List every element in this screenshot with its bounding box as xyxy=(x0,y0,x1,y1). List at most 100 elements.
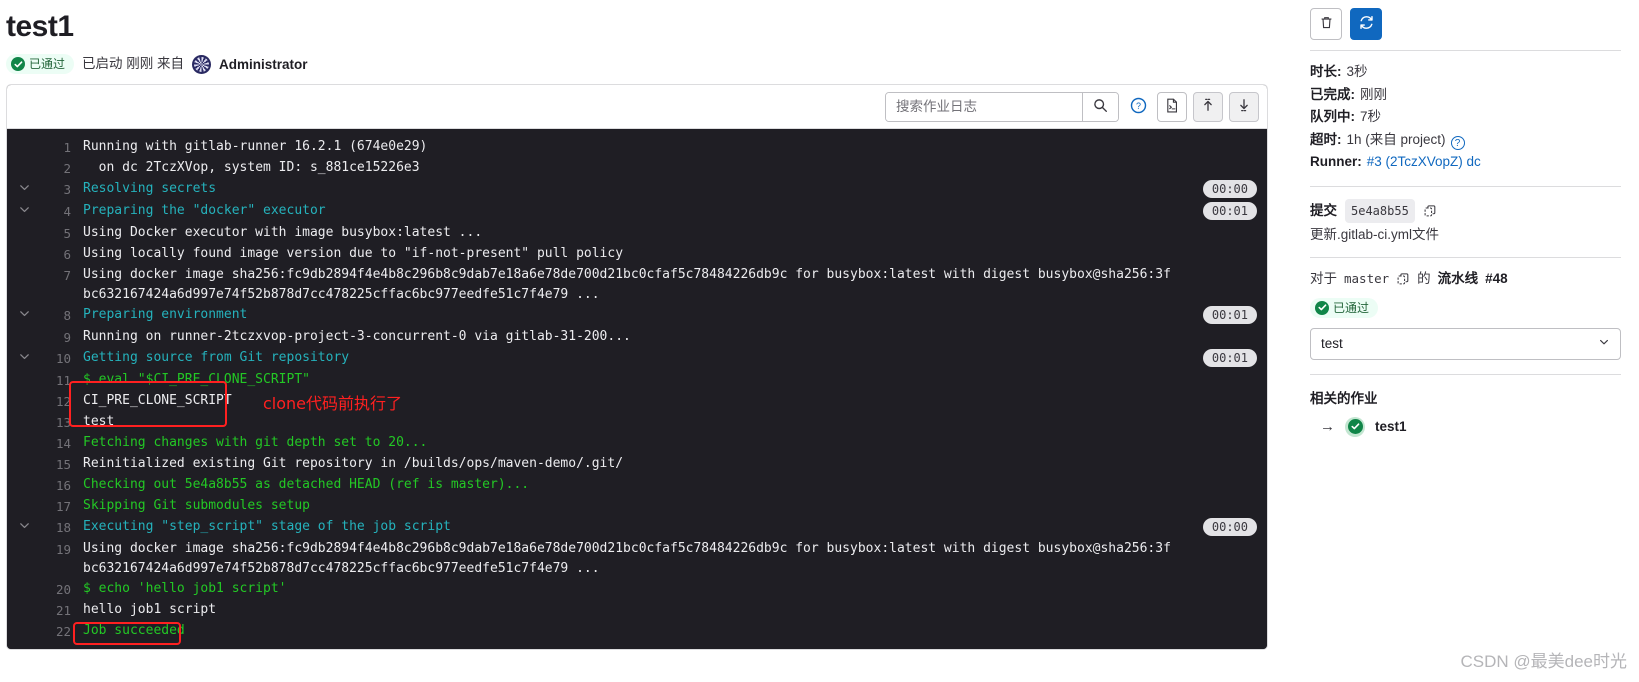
job-detail-row: Runner: #3 (2TczXVopZ) dc xyxy=(1310,151,1621,174)
log-section-duration: 00:01 xyxy=(1202,202,1257,220)
svg-text:?: ? xyxy=(1136,100,1141,110)
log-line-number: 17 xyxy=(55,499,71,514)
log-caret-spacer xyxy=(7,579,41,581)
log-line: 5 Using Docker executor with image busybo… xyxy=(7,223,1267,244)
related-job-item[interactable]: → test1 xyxy=(1310,416,1621,437)
log-section-duration: 00:01 xyxy=(1202,306,1257,324)
log-line-text: Preparing environment xyxy=(83,307,248,322)
chevron-down-icon[interactable] xyxy=(7,305,41,327)
search-group xyxy=(885,91,1119,122)
raw-log-file-icon xyxy=(1165,98,1180,116)
erase-job-button[interactable] xyxy=(1310,8,1342,40)
chevron-down-icon[interactable] xyxy=(7,201,41,223)
job-log-panel: ? xyxy=(6,84,1268,650)
log-line-text: Running with gitlab-runner 16.2.1 (674e0… xyxy=(83,139,428,154)
pipeline-row: 对于 master 的 流水线 #48 xyxy=(1310,268,1621,290)
scroll-to-bottom-icon xyxy=(1237,98,1251,115)
log-caret-spacer xyxy=(7,475,41,477)
log-line-number: 14 xyxy=(55,436,71,451)
related-jobs-title: 相关的作业 xyxy=(1310,390,1378,406)
chevron-down-icon[interactable] xyxy=(7,179,41,201)
log-output[interactable]: 1 Running with gitlab-runner 16.2.1 (674e… xyxy=(7,129,1267,649)
log-caret-spacer xyxy=(7,454,41,456)
copy-icon[interactable] xyxy=(1396,272,1410,286)
pipeline-number-link[interactable]: #48 xyxy=(1485,268,1508,290)
job-detail-key: 队列中: xyxy=(1310,109,1355,124)
log-line-number: 19 xyxy=(55,542,71,557)
identicon-avatar[interactable] xyxy=(192,54,212,74)
scroll-to-top-button[interactable] xyxy=(1193,91,1223,122)
arrow-right-icon: → xyxy=(1320,418,1335,435)
retry-job-button[interactable] xyxy=(1350,8,1382,40)
log-line-text: Job succeeded xyxy=(83,623,185,638)
job-details-list: 时长: 3秒 已完成: 刚刚 队列中: 7秒 超时: 1h (来自 project)? Runn… xyxy=(1310,61,1621,174)
commit-title[interactable]: 更新.gitlab-ci.yml文件 xyxy=(1310,224,1621,246)
log-line-number: 20 xyxy=(55,582,71,597)
trash-icon xyxy=(1319,15,1334,33)
stage-select-value: test xyxy=(1321,336,1343,351)
commit-sha[interactable]: 5e4a8b55 xyxy=(1345,198,1415,223)
log-line-number: 13 xyxy=(55,415,71,430)
job-log-page: test1 已通过 已启动 刚刚 来自 Administrator 搜索作业日志… xyxy=(0,0,1639,682)
log-line: 13 test xyxy=(7,412,1267,433)
question-circle-icon[interactable]: ? xyxy=(1450,136,1465,150)
log-line-number: 7 xyxy=(63,268,71,283)
chevron-down-icon[interactable] xyxy=(7,348,41,370)
log-line: 11 $ eval "$CI_PRE_CLONE_SCRIPT" xyxy=(7,370,1267,391)
pipeline-prefix: 对于 xyxy=(1310,270,1337,286)
log-line-text: $ echo 'hello job1 script' xyxy=(83,581,287,596)
log-line-text: Getting source from Git repository xyxy=(83,350,350,365)
log-line-text: Using locally found image version due to… xyxy=(83,246,624,261)
log-line-text: Checking out 5e4a8b55 as detached HEAD (… xyxy=(83,477,530,492)
log-line: 3 Resolving secrets 00:00 xyxy=(7,179,1267,201)
author-name[interactable]: Administrator xyxy=(219,57,308,72)
raw-log-button[interactable] xyxy=(1157,91,1187,122)
watermark: CSDN @最美dee时光 xyxy=(1460,652,1627,671)
main-column: test 1 已通过 已启动 刚刚 来自 Administrator 搜索作业日志… xyxy=(0,0,1290,682)
log-line-text: Using docker image sha256:fc9db2894f4e4b… xyxy=(83,267,1171,302)
log-line-number: 1 xyxy=(63,140,71,155)
log-line: 7 Using docker image sha256:fc9db2894f4e4… xyxy=(7,265,1267,305)
log-line-text: Using Docker executor with image busybox… xyxy=(83,225,483,240)
help-button[interactable]: ? xyxy=(1125,91,1151,122)
retry-refresh-icon xyxy=(1358,14,1375,34)
log-section-duration: 00:00 xyxy=(1202,518,1257,536)
log-line-text: Reinitialized existing Git repository in… xyxy=(83,456,624,471)
search-input[interactable] xyxy=(886,92,1082,121)
search-button[interactable] xyxy=(1082,92,1118,121)
job-meta-row: 已通过 已启动 刚刚 来自 Administrator xyxy=(6,52,1290,76)
log-line-text: Fetching changes with git depth set to 2… xyxy=(83,435,428,450)
status-badge-label: 已通过 xyxy=(29,57,66,71)
job-detail-row: 队列中: 7秒 xyxy=(1310,106,1621,129)
stage-select[interactable]: test xyxy=(1310,327,1621,360)
job-detail-key: Runner: xyxy=(1310,154,1362,169)
log-line-number: 5 xyxy=(63,226,71,241)
log-line-number: 12 xyxy=(55,394,71,409)
pipeline-block: 对于 master 的 流水线 #48 已通过 test xyxy=(1310,268,1621,360)
log-caret-spacer xyxy=(7,327,41,329)
scroll-to-bottom-button[interactable] xyxy=(1229,91,1259,122)
job-detail-value: 7秒 xyxy=(1360,109,1382,124)
log-caret-spacer xyxy=(7,600,41,602)
log-line-number: 9 xyxy=(63,330,71,345)
chevron-down-icon[interactable] xyxy=(7,517,41,539)
runner-link[interactable]: #3 (2TczXVopZ) dc xyxy=(1367,151,1481,174)
job-detail-row: 超时: 1h (来自 project)? xyxy=(1310,129,1621,152)
log-line: 22 Job succeeded xyxy=(7,621,1267,642)
log-line-number: 6 xyxy=(63,247,71,262)
job-detail-row: 时长: 3秒 xyxy=(1310,61,1621,84)
log-line: 16 Checking out 5e4a8b55 as detached HEAD… xyxy=(7,475,1267,496)
sidebar-divider-2 xyxy=(1310,185,1621,187)
log-line-number: 22 xyxy=(55,624,71,639)
check-circle-icon xyxy=(11,57,25,71)
related-job-name[interactable]: test1 xyxy=(1375,419,1407,434)
log-line-text: Executing "step_script" stage of the job… xyxy=(83,519,451,534)
commit-row: 提交 5e4a8b55 xyxy=(1310,198,1621,223)
job-detail-value: 刚刚 xyxy=(1360,86,1387,102)
log-line-text: test xyxy=(83,414,115,429)
log-line-number: 3 xyxy=(63,182,71,197)
copy-icon[interactable] xyxy=(1423,204,1437,218)
log-line: 17 Skipping Git submodules setup xyxy=(7,496,1267,517)
log-line: 20 $ echo 'hello job1 script' xyxy=(7,579,1267,600)
log-line: 18 Executing "step_script" stage of the j… xyxy=(7,517,1267,539)
